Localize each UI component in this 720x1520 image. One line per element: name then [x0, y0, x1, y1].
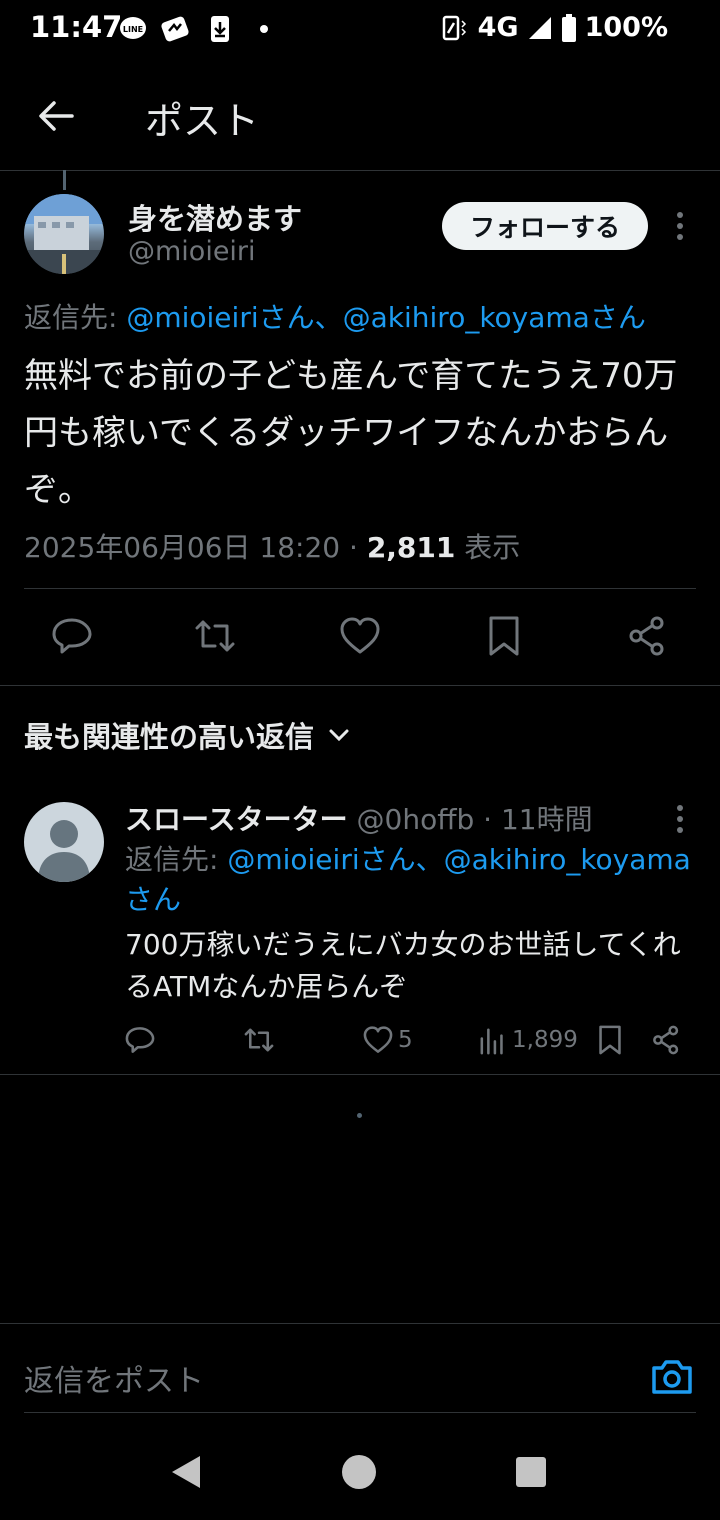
- reply-compose-input[interactable]: 返信をポスト: [24, 1356, 204, 1400]
- download-icon: [211, 16, 229, 42]
- like-icon: [363, 1026, 393, 1053]
- bookmark-icon: [599, 1025, 621, 1055]
- mention-link[interactable]: @mioieiriさん: [126, 301, 314, 334]
- chevron-down-icon: [329, 729, 349, 742]
- reply-author-handle-time[interactable]: @0hoffb · 11時間: [348, 803, 593, 836]
- reply-to-label: 返信先:: [125, 843, 228, 876]
- follow-button[interactable]: フォローする: [442, 202, 648, 250]
- reply-icon: [125, 1027, 155, 1053]
- reply-to-label: 返信先:: [24, 301, 127, 334]
- reply-author-name[interactable]: スロースターター: [125, 803, 348, 836]
- loading-indicator: [357, 1113, 362, 1118]
- reply-text: 700万稼いだうえにバカ女のお世話してくれるATMなんか居らんぞ: [125, 928, 681, 1003]
- share-icon: [653, 1025, 679, 1055]
- reply-avatar[interactable]: [24, 802, 104, 882]
- divider: [24, 1412, 696, 1413]
- reply-bookmark-button[interactable]: [594, 1020, 626, 1060]
- like-icon[interactable]: [338, 614, 382, 658]
- reply-reply-to-line: 返信先: @mioieiriさん、@akihiro_koyamaさん: [125, 840, 695, 920]
- line-app-icon: LINE: [120, 17, 146, 39]
- mention-separator: 、: [314, 301, 343, 334]
- status-right: 4G 100%: [440, 12, 668, 43]
- mention-link[interactable]: @akihiro_koyamaさん: [343, 301, 646, 334]
- page-title: ポスト: [145, 99, 260, 143]
- reply-to-line: 返信先: @mioieiriさん、@akihiro_koyamaさん: [24, 296, 646, 336]
- views-label: 表示: [455, 531, 521, 564]
- reply-repost-button[interactable]: [243, 1020, 275, 1060]
- network-type: 4G: [477, 12, 519, 43]
- reply-like-button[interactable]: 5: [362, 1020, 413, 1060]
- views-count: 2,811: [366, 531, 456, 564]
- divider: [0, 1074, 720, 1075]
- post-meta: 2025年06月06日 18:20 · 2,811 表示: [24, 526, 520, 566]
- divider: [24, 588, 696, 589]
- author-avatar[interactable]: [24, 194, 104, 274]
- battery-icon: [561, 13, 576, 42]
- reply-icon[interactable]: [50, 614, 94, 658]
- reply-more-options-icon[interactable]: [676, 804, 684, 834]
- vibrate-icon: [442, 15, 466, 40]
- repost-icon[interactable]: [193, 614, 237, 658]
- camera-icon[interactable]: [650, 1354, 694, 1398]
- reply-like-count: 5: [398, 1027, 413, 1053]
- avatar-photo: [24, 194, 104, 274]
- author-handle[interactable]: @mioieiri: [128, 236, 256, 267]
- share-icon[interactable]: [625, 614, 669, 658]
- post-timestamp[interactable]: 2025年06月06日 18:20 ·: [24, 531, 367, 564]
- bookmark-icon[interactable]: [482, 614, 526, 658]
- post-text: 無料でお前の子ども産んで育てたうえ70万円も稼いでくるダッチワイフなんかおらんぞ…: [24, 356, 678, 510]
- reply-views-count: 1,899: [512, 1027, 578, 1053]
- default-avatar-icon: [38, 820, 90, 882]
- system-nav-bar: [0, 1430, 720, 1520]
- nav-home-icon[interactable]: [341, 1454, 377, 1490]
- top-bar: ポスト: [0, 60, 720, 171]
- repost-icon: [244, 1028, 274, 1052]
- mention-separator: 、: [415, 843, 444, 876]
- author-name[interactable]: 身を潜めます: [128, 196, 302, 238]
- signal-icon: [528, 16, 551, 39]
- app-notification-icon: [161, 16, 189, 42]
- battery-percent: 100%: [584, 12, 668, 43]
- svg-text:LINE: LINE: [123, 25, 143, 34]
- more-options-icon[interactable]: [676, 211, 684, 241]
- back-arrow-icon[interactable]: [36, 96, 76, 136]
- reply-reply-button[interactable]: [124, 1020, 156, 1060]
- status-time: 11:47: [30, 10, 123, 44]
- more-notifications-dot: [260, 25, 268, 33]
- divider: [0, 685, 720, 686]
- nav-recents-icon[interactable]: [515, 1456, 547, 1488]
- thread-line: [63, 170, 66, 190]
- mention-link[interactable]: @mioieiriさん: [227, 843, 415, 876]
- divider: [0, 1323, 720, 1324]
- status-bar: 11:47 LINE 4G 100%: [0, 0, 720, 58]
- reply-views-button[interactable]: 1,899: [476, 1020, 578, 1060]
- nav-back-icon[interactable]: [168, 1452, 204, 1492]
- reply-share-button[interactable]: [650, 1020, 682, 1060]
- replies-sort-selector[interactable]: 最も関連性の高い返信: [24, 714, 350, 756]
- replies-sort-label: 最も関連性の高い返信: [24, 720, 315, 754]
- reply-header: スロースターター @0hoffb · 11時間: [125, 798, 593, 838]
- analytics-icon: [480, 1028, 503, 1055]
